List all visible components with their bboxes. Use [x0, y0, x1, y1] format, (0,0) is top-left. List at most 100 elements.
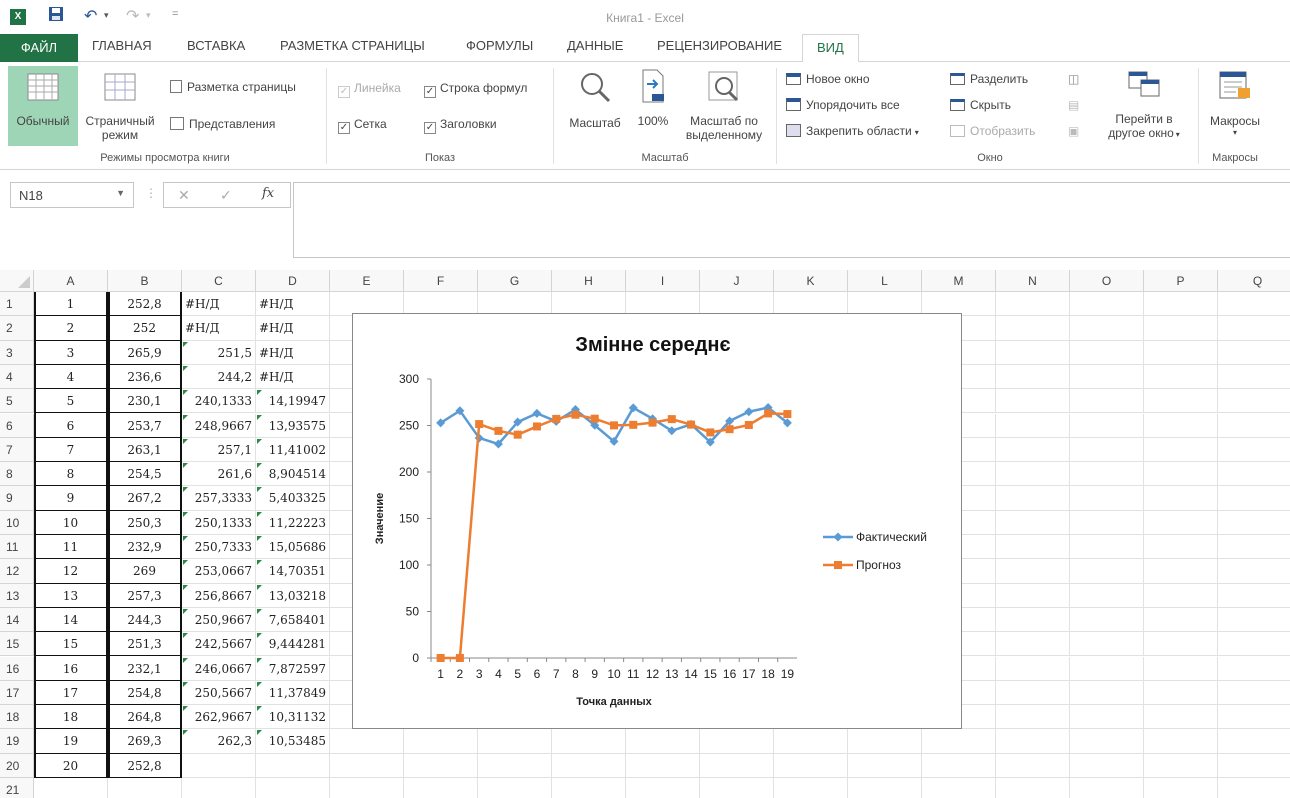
cell[interactable]: [1144, 364, 1218, 390]
page-layout-button[interactable]: Разметка страницы: [170, 80, 296, 94]
cell[interactable]: [848, 729, 922, 754]
cell[interactable]: 7,658401: [256, 607, 330, 633]
cell[interactable]: [996, 340, 1070, 365]
cell[interactable]: [1218, 632, 1290, 657]
column-header-e[interactable]: E: [330, 270, 404, 292]
cell[interactable]: [552, 778, 626, 798]
row-header[interactable]: 21: [0, 778, 34, 798]
cell[interactable]: 250,1333: [182, 510, 256, 535]
cell[interactable]: [1218, 778, 1290, 798]
cell[interactable]: #Н/Д: [182, 292, 256, 317]
cell[interactable]: [1144, 656, 1218, 681]
cell[interactable]: [1218, 535, 1290, 560]
row-header[interactable]: 4: [0, 364, 34, 390]
row-header[interactable]: 15: [0, 632, 34, 657]
cell[interactable]: 5,403325: [256, 486, 330, 511]
tab-home[interactable]: ГЛАВНАЯ: [92, 38, 152, 53]
cell[interactable]: [1144, 632, 1218, 657]
cell[interactable]: #Н/Д: [256, 340, 330, 365]
cell[interactable]: [1218, 462, 1290, 487]
cell[interactable]: [996, 389, 1070, 414]
cell[interactable]: [1218, 365, 1290, 390]
cell[interactable]: 250,7333: [182, 535, 256, 560]
macros-button[interactable]: Макросы ▾: [1202, 66, 1268, 150]
cell[interactable]: [922, 753, 996, 778]
cell[interactable]: [996, 559, 1070, 584]
row-header[interactable]: 10: [0, 510, 34, 535]
cell[interactable]: [256, 753, 330, 778]
cell[interactable]: [996, 364, 1070, 390]
column-header-n[interactable]: N: [996, 270, 1070, 292]
cell[interactable]: [404, 778, 478, 798]
row-header[interactable]: 13: [0, 583, 34, 608]
cell[interactable]: [404, 753, 478, 778]
cancel-icon[interactable]: ✕: [178, 187, 190, 204]
cell[interactable]: 14,70351: [256, 559, 330, 584]
cell[interactable]: [478, 729, 552, 754]
cell[interactable]: [1144, 778, 1218, 798]
row-header[interactable]: 9: [0, 486, 34, 511]
cell[interactable]: #Н/Д: [256, 364, 330, 390]
cell[interactable]: [1070, 632, 1144, 657]
cell[interactable]: [1144, 413, 1218, 438]
cell[interactable]: 11,22223: [256, 510, 330, 535]
row-header[interactable]: 14: [0, 607, 34, 633]
cell[interactable]: [1144, 316, 1218, 341]
normal-view-button[interactable]: Обычный: [8, 66, 78, 146]
arrange-all-button[interactable]: Упорядочить все: [786, 98, 900, 112]
zoom-selection-button[interactable]: Масштаб по выделенному: [678, 66, 770, 150]
name-box-dropdown-icon[interactable]: ▼: [116, 188, 125, 198]
cell[interactable]: [1070, 559, 1144, 584]
row-header[interactable]: 20: [0, 753, 34, 778]
cell[interactable]: [1144, 292, 1218, 317]
reset-position-icon[interactable]: ▣: [1068, 124, 1079, 138]
cell[interactable]: [1218, 438, 1290, 463]
new-window-button[interactable]: Новое окно: [786, 72, 870, 86]
cell[interactable]: [996, 656, 1070, 681]
column-header-p[interactable]: P: [1144, 270, 1218, 292]
switch-windows-button[interactable]: Перейти в другое окно ▾: [1096, 66, 1192, 150]
cell[interactable]: [1070, 389, 1144, 414]
cell[interactable]: [552, 753, 626, 778]
cell[interactable]: 7,872597: [256, 656, 330, 681]
cell[interactable]: [848, 778, 922, 798]
cell[interactable]: 13,03218: [256, 583, 330, 608]
cell[interactable]: [1144, 486, 1218, 511]
cell[interactable]: 250,5667: [182, 680, 256, 706]
cell[interactable]: [1070, 413, 1144, 438]
cell[interactable]: [626, 729, 700, 754]
hide-button[interactable]: Скрыть: [950, 98, 1011, 112]
cell[interactable]: [1070, 656, 1144, 681]
cell[interactable]: [1144, 340, 1218, 365]
cell[interactable]: [1218, 292, 1290, 317]
tab-file[interactable]: ФАЙЛ: [0, 34, 78, 62]
cell[interactable]: 261,6: [182, 462, 256, 487]
cell[interactable]: [1218, 341, 1290, 365]
cell[interactable]: 11,37849: [256, 680, 330, 706]
cell[interactable]: [404, 729, 478, 754]
zoom-100-button[interactable]: 100%: [630, 66, 676, 146]
cell[interactable]: [34, 778, 108, 798]
cell[interactable]: 15,05686: [256, 535, 330, 560]
cell[interactable]: [1070, 535, 1144, 560]
custom-views-button[interactable]: Представления: [170, 117, 275, 131]
cell[interactable]: [848, 753, 922, 778]
column-header-g[interactable]: G: [478, 270, 552, 292]
cell[interactable]: [996, 437, 1070, 463]
cell[interactable]: 251,5: [182, 340, 256, 365]
cell[interactable]: [1218, 657, 1290, 681]
tab-formulas[interactable]: ФОРМУЛЫ: [466, 38, 533, 53]
column-header-j[interactable]: J: [700, 270, 774, 292]
tab-review[interactable]: РЕЦЕНЗИРОВАНИЕ: [657, 38, 782, 53]
freeze-panes-button[interactable]: Закрепить области ▾: [786, 124, 919, 138]
cell[interactable]: [1144, 753, 1218, 778]
cell[interactable]: 250,9667: [182, 607, 256, 633]
cell[interactable]: 10,53485: [256, 729, 330, 754]
column-header-c[interactable]: C: [182, 270, 256, 292]
cell[interactable]: [996, 292, 1070, 317]
cell[interactable]: 10,31132: [256, 705, 330, 730]
formula-bar-checkbox[interactable]: ✓ Строка формул: [424, 81, 527, 98]
column-header-k[interactable]: K: [774, 270, 848, 292]
cell[interactable]: [996, 632, 1070, 657]
cell[interactable]: [1218, 414, 1290, 438]
